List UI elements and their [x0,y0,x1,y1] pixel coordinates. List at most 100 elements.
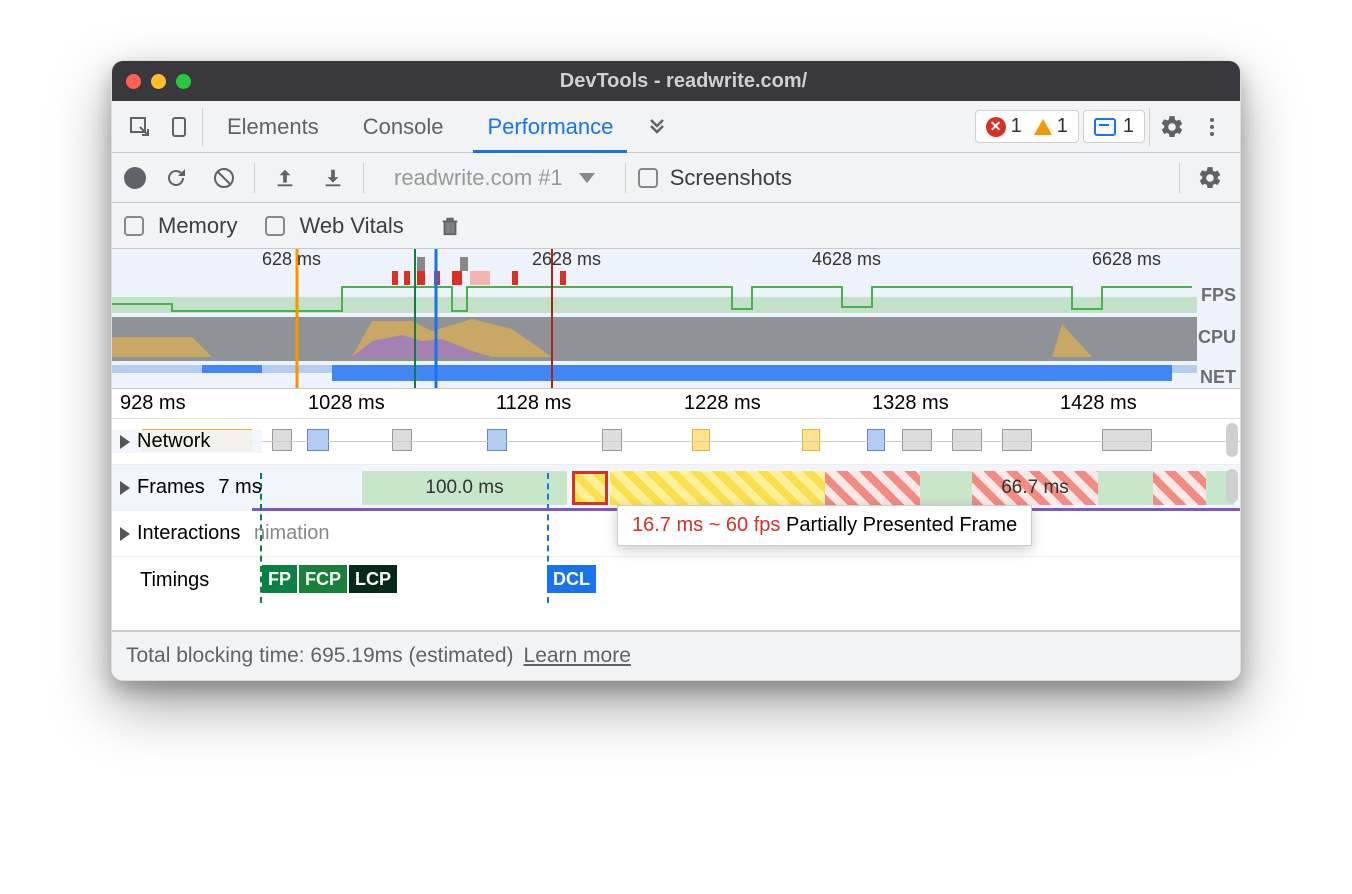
divider [1149,108,1150,146]
timing-fcp[interactable]: FCP [299,565,347,593]
divider [363,163,364,193]
divider [202,108,203,146]
webvitals-checkbox[interactable] [265,216,285,236]
frame-tooltip: 16.7 ms ~ 60 fps Partially Presented Fra… [617,505,1032,546]
total-blocking-time: Total blocking time: 695.19ms (estimated… [126,644,514,668]
window-title: DevTools - readwrite.com/ [191,70,1176,93]
ruler-tick: 928 ms [112,392,300,415]
warning-count: 1 [1057,115,1068,138]
more-tabs-icon[interactable] [637,114,677,139]
memory-label: Memory [158,213,237,239]
frame-rendered[interactable]: 100.0 ms [362,471,567,505]
timing-fp[interactable]: FP [262,565,297,593]
performance-toolbar: readwrite.com #1 Screenshots [112,153,1240,203]
interactions-body[interactable]: 16.7 ms ~ 60 fps Partially Presented Fra… [262,511,1240,556]
warning-icon [1034,119,1052,135]
overview-mark: 2628 ms [532,249,601,270]
expand-icon[interactable] [120,527,130,541]
overview-chart[interactable]: 628 ms 2628 ms 4628 ms 6628 ms FPS CPU N… [112,249,1240,389]
titlebar: DevTools - readwrite.com/ [112,61,1240,101]
network-body[interactable] [262,419,1240,464]
interactions-extra: nimation [254,522,330,545]
messages-badge[interactable]: 1 [1083,110,1145,143]
kebab-menu-icon[interactable] [1194,109,1230,145]
devtools-tabs: Elements Console Performance ✕1 1 1 [112,101,1240,153]
net-label: NET [1200,367,1236,388]
ruler-tick: 1028 ms [300,392,488,415]
frame-rendered[interactable] [1098,471,1153,505]
message-count: 1 [1123,115,1134,138]
track-frames-extra: 7 ms [218,476,261,499]
scrollbar-thumb[interactable] [1226,469,1238,503]
overview-mark: 6628 ms [1092,249,1161,270]
frame-duration: 100.0 ms [425,477,503,499]
download-icon[interactable] [315,160,351,196]
traffic-lights [126,74,191,89]
tab-elements[interactable]: Elements [207,101,339,153]
expand-icon[interactable] [120,481,130,495]
frame-dropped-long[interactable] [1153,471,1206,505]
expand-icon[interactable] [120,435,130,449]
tab-performance[interactable]: Performance [467,101,633,153]
frame-rendered[interactable] [920,471,972,505]
divider [254,163,255,193]
track-timings-label: Timings [140,569,209,592]
settings-icon[interactable] [1154,109,1190,145]
frame-dropped-long[interactable] [825,471,920,505]
ruler-tick: 1228 ms [676,392,864,415]
reload-icon[interactable] [158,160,194,196]
timeline-ruler[interactable]: 928 ms 1028 ms 1128 ms 1228 ms 1328 ms 1… [112,389,1240,419]
timing-lcp[interactable]: LCP [349,565,397,593]
track-network[interactable]: Network [112,419,1240,465]
track-network-label: Network [137,430,210,453]
ruler-tick: 1328 ms [864,392,1052,415]
error-count: 1 [1011,115,1022,138]
close-icon[interactable] [126,74,141,89]
recording-select[interactable]: readwrite.com #1 [376,165,613,191]
tab-console[interactable]: Console [343,101,464,153]
overview-mark: 628 ms [262,249,321,270]
spacer-row [112,603,1240,631]
inspect-icon[interactable] [122,109,158,145]
device-toggle-icon[interactable] [162,109,198,145]
track-frames-label: Frames [137,476,205,499]
recording-select-value: readwrite.com #1 [394,165,563,191]
learn-more-link[interactable]: Learn more [524,644,631,668]
capture-settings-icon[interactable] [1192,160,1228,196]
devtools-window: DevTools - readwrite.com/ Elements Conso… [111,60,1241,681]
clear-icon[interactable] [206,160,242,196]
performance-toolbar-2: Memory Web Vitals [112,203,1240,249]
issues-badge[interactable]: ✕1 1 [975,110,1079,143]
frames-body[interactable]: 100.0 ms 66.7 ms [262,465,1240,510]
scrollbar-thumb[interactable] [1226,423,1238,457]
track-timings[interactable]: Timings FP FCP LCP DCL [112,557,1240,603]
frame-dropped[interactable] [610,471,825,505]
caret-down-icon [579,173,595,183]
ruler-tick: 1428 ms [1052,392,1240,415]
screenshots-checkbox[interactable] [638,168,658,188]
webvitals-label: Web Vitals [299,213,403,239]
overview-mark: 4628 ms [812,249,881,270]
timing-dcl[interactable]: DCL [547,565,596,593]
summary-footer: Total blocking time: 695.19ms (estimated… [112,631,1240,680]
frame-duration: 66.7 ms [1001,477,1069,499]
frame-dropped-long[interactable]: 66.7 ms [972,471,1098,505]
garbage-collect-icon[interactable] [432,208,468,244]
screenshots-label: Screenshots [670,165,792,191]
tooltip-text: Partially Presented Frame [786,514,1017,536]
divider [1179,163,1180,193]
track-interactions[interactable]: Interactions nimation 16.7 ms ~ 60 fps P… [112,511,1240,557]
cpu-label: CPU [1198,327,1236,348]
upload-icon[interactable] [267,160,303,196]
message-icon [1094,118,1116,136]
fps-label: FPS [1201,285,1236,306]
maximize-icon[interactable] [176,74,191,89]
divider [625,163,626,193]
timings-body[interactable]: FP FCP LCP DCL [262,557,1240,603]
error-icon: ✕ [986,117,1006,137]
track-interactions-label: Interactions [137,522,240,545]
frame-partial-selected[interactable] [572,471,608,505]
record-button[interactable] [124,167,146,189]
minimize-icon[interactable] [151,74,166,89]
memory-checkbox[interactable] [124,216,144,236]
